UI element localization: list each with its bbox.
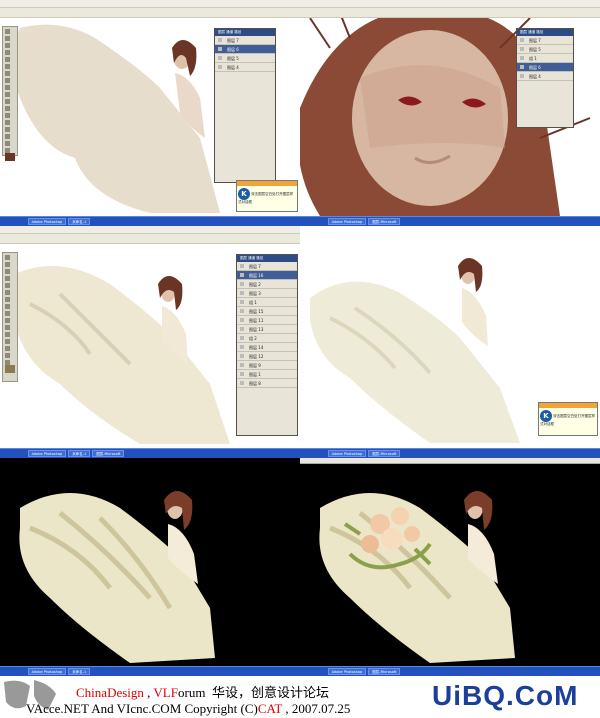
layer-row[interactable]: 组 1 bbox=[237, 298, 297, 307]
layer-row[interactable]: 图层 5 bbox=[215, 54, 275, 63]
options-bar bbox=[300, 8, 600, 18]
toolbox[interactable] bbox=[2, 252, 18, 382]
credits-sep: , bbox=[143, 685, 154, 700]
layer-row[interactable]: 图层 7 bbox=[517, 36, 573, 45]
layer-row[interactable]: 图层 3 bbox=[237, 289, 297, 298]
credits-vlf: VLF bbox=[153, 685, 178, 700]
screenshot-step-2: 文件(F)编辑(E)图像(I) 图层 通道 路径 图层 7 图层 5 组 1 图… bbox=[300, 0, 600, 226]
canvas-art bbox=[19, 491, 215, 663]
taskbar-item[interactable]: Adobe Photoshop bbox=[327, 450, 367, 457]
layer-row[interactable]: 图层 4 bbox=[517, 72, 573, 81]
taskbar: startAdobe Photoshop未命名-1 bbox=[0, 666, 300, 676]
layers-panel-title: 图层 通道 路径 bbox=[215, 29, 275, 36]
taskbar-item[interactable]: Adobe Photoshop bbox=[27, 668, 67, 675]
layers-panel[interactable]: 图层 通道 路径 图层 7 图层 5 组 1 图层 6 图层 4 bbox=[516, 28, 574, 128]
taskbar-item[interactable]: Adobe Photoshop bbox=[27, 450, 67, 457]
layer-row[interactable]: 图层 7 bbox=[215, 36, 275, 45]
taskbar-item[interactable]: Adobe Photoshop bbox=[27, 218, 67, 225]
credits-date: , 2007.07.25 bbox=[282, 701, 351, 716]
layer-row[interactable]: 图层 16 bbox=[237, 271, 297, 280]
credits-orum: orum bbox=[177, 685, 206, 700]
layer-row[interactable]: 图层 6 bbox=[517, 63, 573, 72]
menu-bar: 文件(F)编辑(E)图像(I) bbox=[300, 0, 600, 16]
taskbar-item[interactable]: 图层-Microsoft bbox=[368, 668, 401, 675]
credits-chinese: 华设，创意设计论坛 bbox=[211, 685, 329, 700]
taskbar-item[interactable]: 图层-Microsoft bbox=[368, 218, 401, 225]
options-bar bbox=[0, 234, 300, 244]
screenshot-step-3: 文件(F)编辑(E)图像(I)图层(L) 图层 通道 路径 图层 7 图层 16… bbox=[0, 226, 300, 458]
layers-panel-title: 图层 通道 路径 bbox=[237, 255, 297, 262]
taskbar: startAdobe Photoshop未命名-1 bbox=[0, 216, 300, 226]
tutorial-collage: 文件(F)编辑(E)图像(I)图层(L) 图层 通道 路径 图层 7 图层 6 … bbox=[0, 0, 600, 718]
taskbar: startAdobe Photoshop图层-Microsoft bbox=[300, 448, 600, 458]
taskbar-item[interactable]: 图层-Microsoft bbox=[92, 450, 125, 457]
layers-panel[interactable]: 图层 通道 路径 图层 7 图层 6 图层 5 图层 4 bbox=[214, 28, 276, 183]
layer-row[interactable]: 图层 14 bbox=[237, 343, 297, 352]
taskbar-item[interactable]: 未命名-1 bbox=[68, 450, 91, 457]
layer-row[interactable]: 图层 4 bbox=[215, 63, 275, 72]
taskbar: startAdobe Photoshop未命名-1图层-Microsoft bbox=[0, 448, 300, 458]
taskbar-item[interactable]: Adobe Photoshop bbox=[327, 668, 367, 675]
layer-row[interactable]: 图层 12 bbox=[237, 352, 297, 361]
layer-row[interactable]: 图层 6 bbox=[215, 45, 275, 54]
credits-line-1: ChinaDesign , VLForum 华设，创意设计论坛 bbox=[76, 682, 329, 701]
layer-row[interactable]: 组 1 bbox=[517, 54, 573, 63]
taskbar-item[interactable]: 未命名-1 bbox=[68, 668, 91, 675]
screenshot-step-5: startAdobe Photoshop未命名-1 bbox=[0, 458, 300, 676]
layer-row[interactable]: 图层 13 bbox=[237, 325, 297, 334]
taskbar-item[interactable]: Adobe Photoshop bbox=[327, 218, 367, 225]
layer-row[interactable]: 图层 1 bbox=[237, 370, 297, 379]
tip-popup[interactable]: K 双击图层空白处打开图层样式对话框 bbox=[236, 180, 298, 212]
screenshot-step-4: K 双击图层空白处打开图层样式对话框 startAdobe Photoshop图… bbox=[300, 226, 600, 458]
k-icon: K bbox=[238, 188, 250, 200]
options-bar bbox=[0, 8, 300, 18]
layer-row[interactable]: 图层 15 bbox=[237, 307, 297, 316]
layer-row[interactable]: 图层 2 bbox=[237, 280, 297, 289]
toolbox[interactable] bbox=[2, 26, 18, 161]
layer-row[interactable]: 图层 7 bbox=[237, 262, 297, 271]
menu-bar: 文件(F)编辑(E)图像(I)图层(L) bbox=[0, 226, 300, 242]
layer-row[interactable]: 图层 11 bbox=[237, 316, 297, 325]
credits-footer: ChinaDesign , VLForum 华设，创意设计论坛 VAcce.NE… bbox=[0, 676, 600, 718]
layer-row[interactable]: 图层 5 bbox=[517, 45, 573, 54]
layer-row[interactable]: 图层 9 bbox=[237, 361, 297, 370]
canvas-art bbox=[319, 491, 515, 663]
credits-design: Design bbox=[107, 685, 144, 700]
k-icon: K bbox=[540, 410, 552, 422]
tip-popup[interactable]: K 双击图层空白处打开图层样式对话框 bbox=[538, 402, 598, 436]
taskbar-item[interactable]: 未命名-1 bbox=[68, 218, 91, 225]
layer-row[interactable]: 图层 8 bbox=[237, 379, 297, 388]
menu-bar: 文件(F)编辑(E)图像(I)图层(L) bbox=[0, 0, 300, 16]
credits-china: China bbox=[76, 685, 108, 700]
brand-logo[interactable]: UiBQ.CoM bbox=[432, 680, 578, 712]
layer-row[interactable]: 组 2 bbox=[237, 334, 297, 343]
credits-author: CAT bbox=[257, 701, 283, 716]
taskbar: startAdobe Photoshop图层-Microsoft bbox=[300, 666, 600, 676]
screenshot-step-1: 文件(F)编辑(E)图像(I)图层(L) 图层 通道 路径 图层 7 图层 6 … bbox=[0, 0, 300, 226]
taskbar-item[interactable]: 图层-Microsoft bbox=[368, 450, 401, 457]
credits-sites: VAcce.NET And VIcnc.COM Copyright (C) bbox=[26, 701, 258, 716]
screenshot-step-6: startAdobe Photoshop图层-Microsoft bbox=[300, 458, 600, 676]
credits-line-2: VAcce.NET And VIcnc.COM Copyright (C)CAT… bbox=[26, 701, 350, 717]
layers-panel[interactable]: 图层 通道 路径 图层 7 图层 16 图层 2 图层 3 组 1 图层 15 … bbox=[236, 254, 298, 436]
taskbar: startAdobe Photoshop图层-Microsoft bbox=[300, 216, 600, 226]
layers-panel-title: 图层 通道 路径 bbox=[517, 29, 573, 36]
